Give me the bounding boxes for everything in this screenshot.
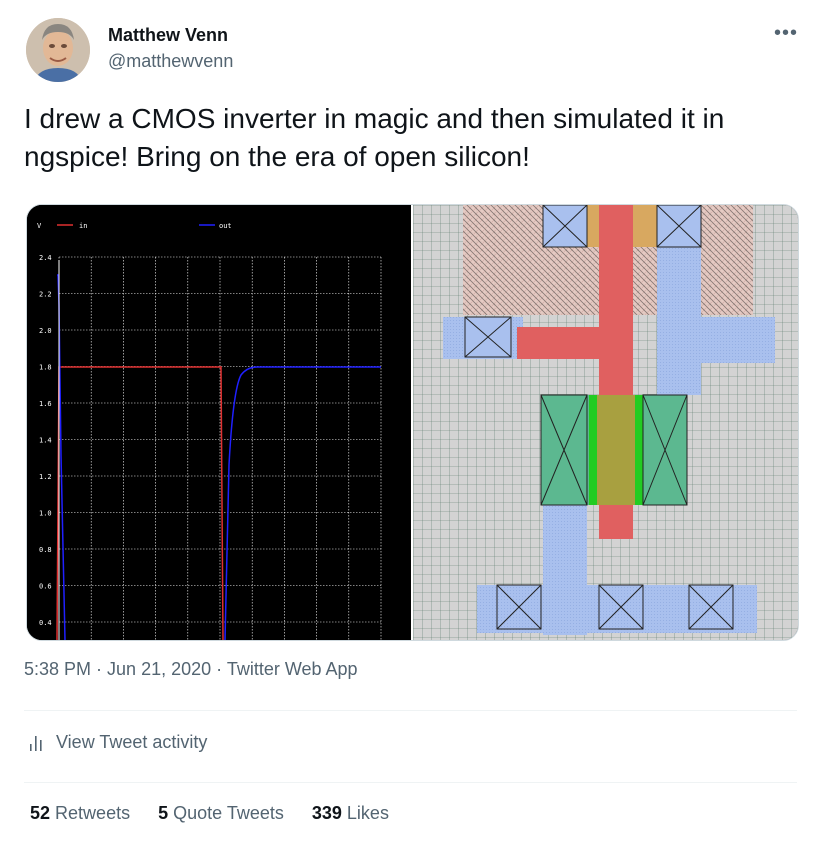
legend-out-label: out [219, 222, 232, 230]
likes-stat[interactable]: 339 Likes [312, 803, 389, 824]
y-tick-label: 1.0 [39, 510, 52, 518]
likes-count: 339 [311, 803, 342, 823]
user-handle[interactable]: @matthewvenn [108, 50, 233, 72]
quote-tweets-stat[interactable]: 5 Quote Tweets [158, 803, 284, 824]
quote-tweets-count: 5 [158, 803, 169, 823]
tweet-header: Matthew Venn @matthewvenn ••• [24, 16, 804, 86]
meta-separator: · [91, 659, 108, 679]
analytics-icon [30, 735, 42, 751]
quote-tweets-label: Quote Tweets [173, 803, 284, 823]
tweet-text: I drew a CMOS inverter in magic and then… [24, 103, 725, 172]
y-tick-label: 2.2 [39, 291, 52, 299]
y-tick-label: 0.4 [39, 619, 52, 627]
y-tick-label: 1.4 [39, 437, 52, 445]
retweets-count: 52 [30, 803, 51, 823]
author-names: Matthew Venn @matthewvenn [108, 24, 233, 72]
tweet-source-app[interactable]: Twitter Web App [227, 659, 358, 679]
divider [24, 782, 797, 783]
tweet-media[interactable]: 2.4 2.2 2.0 1.8 1.6 1.4 1.2 1.0 0.8 0.6 0.4 V in o… [26, 204, 799, 641]
retweets-label: Retweets [55, 803, 131, 823]
retweets-stat[interactable]: 52 Retweets [30, 803, 130, 824]
display-name[interactable]: Matthew Venn [108, 24, 233, 46]
view-activity-button[interactable]: View Tweet activity [28, 732, 207, 753]
y-tick-label: 0.8 [39, 546, 52, 554]
likes-label: Likes [346, 803, 389, 823]
legend-in-label: in [79, 222, 87, 230]
y-tick-label: 1.6 [39, 400, 52, 408]
more-icon[interactable]: ••• [774, 22, 798, 45]
view-activity-label: View Tweet activity [56, 732, 208, 752]
y-tick-label: 2.0 [39, 327, 52, 335]
tweet-meta: 5:38 PM · Jun 21, 2020 · Twitter Web App [24, 659, 358, 680]
magic-layout-image [413, 205, 798, 640]
tweet-time[interactable]: 5:38 PM [24, 659, 91, 679]
tweet-stats: 52 Retweets 5 Quote Tweets 339 Likes [30, 803, 389, 824]
avatar-image [26, 18, 90, 82]
meta-separator: · [211, 659, 227, 679]
y-tick-label: 0.6 [39, 583, 52, 591]
y-tick-label: 1.2 [39, 473, 52, 481]
divider [24, 710, 797, 711]
avatar[interactable] [26, 18, 90, 82]
y-tick-label: 2.4 [39, 254, 52, 262]
tweet-date[interactable]: Jun 21, 2020 [107, 659, 211, 679]
ngspice-plot-image: 2.4 2.2 2.0 1.8 1.6 1.4 1.2 1.0 0.8 0.6 0.4 V in o… [27, 205, 411, 640]
y-tick-label: 1.8 [39, 364, 52, 372]
